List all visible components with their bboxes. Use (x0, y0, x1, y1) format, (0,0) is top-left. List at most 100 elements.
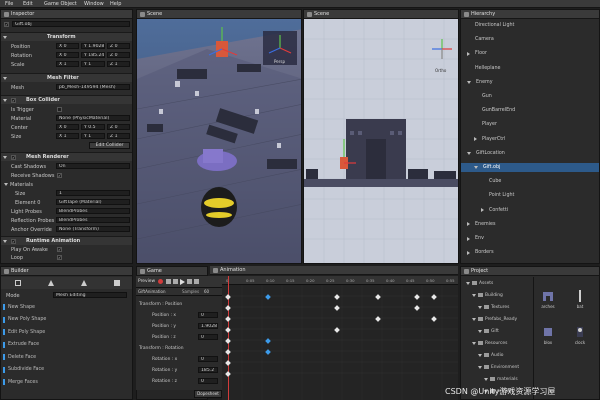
project-folder[interactable]: Resources (461, 339, 533, 347)
play-on-awake-checkbox[interactable]: ✓ (57, 247, 62, 252)
dopesheet-button[interactable]: Dopesheet (194, 390, 222, 398)
hierarchy-item[interactable]: Helleplane (461, 64, 599, 73)
position-x[interactable]: X 0 (56, 43, 79, 49)
scene-tab-2[interactable]: Scene (304, 10, 458, 19)
track-value-field[interactable]: 0 (198, 334, 218, 340)
scale-x[interactable]: X 1 (56, 61, 79, 67)
project-folder[interactable]: Prefabs_Ready (461, 315, 533, 323)
record-icon[interactable] (158, 279, 163, 284)
prev-key-icon[interactable] (173, 279, 178, 284)
animation-track[interactable]: Transform : Rotation (136, 344, 222, 353)
project-folder[interactable]: Textures (461, 303, 533, 311)
scene-view-ortho[interactable]: Scene Ortho (303, 9, 459, 264)
inspector-tab[interactable]: Inspector (1, 10, 132, 19)
animation-track[interactable]: Transform : Position (136, 300, 222, 309)
dopesheet-area[interactable]: 00:050:100:150:200:250:300:350:400:450:5… (222, 276, 458, 400)
anchor-override-field[interactable]: None (Transform) (56, 226, 130, 232)
hierarchy-item[interactable]: Camera (461, 35, 599, 44)
expand-down-icon[interactable] (478, 365, 482, 369)
runtime-animation-header[interactable]: ✓ Runtime Animation (1, 236, 132, 245)
center-z[interactable]: Z 0 (107, 124, 130, 130)
builder-mode-select[interactable]: Mesh Editing (53, 292, 127, 298)
animation-track[interactable]: Rotation : y 185.2 (136, 366, 222, 375)
animation-track[interactable]: Position : x0 (136, 311, 222, 320)
loop-checkbox[interactable]: ✓ (57, 255, 62, 260)
hierarchy-item[interactable]: Floor (461, 49, 599, 58)
animation-track[interactable]: Position : y 1.9028 (136, 322, 222, 331)
clip-select[interactable]: GiftAnimation (138, 289, 166, 294)
track-value-field[interactable]: 185.2 (198, 367, 218, 373)
position-z[interactable]: Z 0 (107, 43, 130, 49)
expand-down-icon[interactable] (478, 305, 482, 309)
receive-shadows-checkbox[interactable]: ✓ (57, 173, 62, 178)
runtime-animation-enabled-checkbox[interactable]: ✓ (11, 238, 16, 244)
hierarchy-item[interactable]: Enemy (461, 78, 599, 87)
preview-button[interactable]: Preview (138, 279, 155, 284)
asset-blox[interactable]: blox (539, 325, 557, 347)
animation-track[interactable]: Rotation : z0 (136, 377, 222, 386)
expand-right-icon[interactable] (467, 222, 470, 227)
project-folder[interactable]: Audio (461, 351, 533, 359)
size-y[interactable]: Y 1 (81, 133, 105, 139)
box-collider-enabled-checkbox[interactable]: ✓ (11, 97, 16, 103)
ortho-label[interactable]: Ortho (435, 68, 446, 73)
hierarchy-item[interactable]: GunBarrelEnd (461, 106, 599, 115)
project-folder[interactable]: materials (461, 375, 533, 383)
asset-bat[interactable]: bat (571, 289, 589, 311)
mesh-filter-header[interactable]: Mesh Filter (1, 73, 132, 82)
position-y[interactable]: Y 1.90281 (81, 43, 105, 49)
asset-arches[interactable]: arches (539, 289, 557, 311)
hierarchy-item[interactable]: Cube (461, 177, 599, 186)
hierarchy-item[interactable]: Point Light (461, 191, 599, 200)
hierarchy-item[interactable]: Gun (461, 92, 599, 101)
animation-track[interactable]: Rotation : x0 (136, 355, 222, 364)
expand-down-icon[interactable] (472, 317, 476, 321)
size-x[interactable]: X 1 (56, 133, 79, 139)
next-key-icon[interactable] (187, 279, 192, 284)
scene-view-perspective[interactable]: Scene Persp (136, 9, 302, 264)
last-key-icon[interactable] (194, 279, 199, 284)
expand-down-icon[interactable] (474, 166, 478, 169)
builder-tool-item[interactable]: Extrude Face (3, 341, 39, 349)
project-folder[interactable]: Building (461, 291, 533, 299)
hierarchy-item[interactable]: PlayerCtrl (461, 135, 599, 144)
builder-tool-item[interactable]: Merge Faces (3, 378, 38, 386)
hierarchy-item[interactable]: Player (461, 120, 599, 129)
rotation-x[interactable]: X 0 (56, 52, 79, 58)
materials-foldout[interactable]: Materials (1, 181, 132, 188)
samples-field[interactable]: 60 (204, 289, 209, 294)
object-name-field[interactable]: Gift.obj (12, 21, 130, 27)
play-icon[interactable] (180, 279, 185, 285)
scale-z[interactable]: Z 1 (107, 61, 130, 67)
expand-down-icon[interactable] (467, 80, 471, 84)
scene-tab[interactable]: Scene (137, 10, 301, 19)
timeline-ruler[interactable] (222, 276, 458, 285)
rotation-z[interactable]: Z 0 (107, 52, 130, 58)
hierarchy-item[interactable]: Env (461, 234, 599, 243)
menu-help[interactable]: Help (110, 1, 121, 7)
track-value-field[interactable]: 1.9028 (198, 323, 218, 329)
menu-edit[interactable]: Edit (23, 1, 33, 7)
is-trigger-checkbox[interactable] (57, 107, 62, 112)
expand-down-icon[interactable] (466, 281, 470, 285)
project-tab[interactable]: Project (461, 267, 599, 276)
asset-clock[interactable]: clock (571, 325, 589, 347)
builder-tool-item[interactable]: Subdivide Face (3, 366, 44, 374)
expand-down-icon[interactable] (472, 293, 476, 297)
builder-tool-item[interactable]: New Shape (3, 303, 35, 311)
mesh-renderer-enabled-checkbox[interactable]: ✓ (11, 154, 16, 160)
animation-tab[interactable]: Animation (210, 266, 458, 275)
expand-down-icon[interactable] (484, 377, 488, 381)
mesh-renderer-header[interactable]: ✓ Mesh Renderer (1, 152, 132, 161)
expand-right-icon[interactable] (467, 236, 470, 241)
center-y[interactable]: Y 0.5 (81, 124, 105, 130)
expand-right-icon[interactable] (467, 51, 470, 56)
object-active-checkbox[interactable]: ✓ (4, 22, 9, 27)
project-folder[interactable]: Environment (461, 363, 533, 371)
first-key-icon[interactable] (166, 279, 171, 284)
expand-right-icon[interactable] (481, 208, 484, 213)
element-0-field[interactable]: GiftTape (Material) (56, 199, 130, 205)
rotation-y[interactable]: Y 185.241 (81, 52, 105, 58)
menu-game-object[interactable]: Game Object (44, 1, 77, 7)
track-value-field[interactable]: 0 (198, 312, 218, 318)
